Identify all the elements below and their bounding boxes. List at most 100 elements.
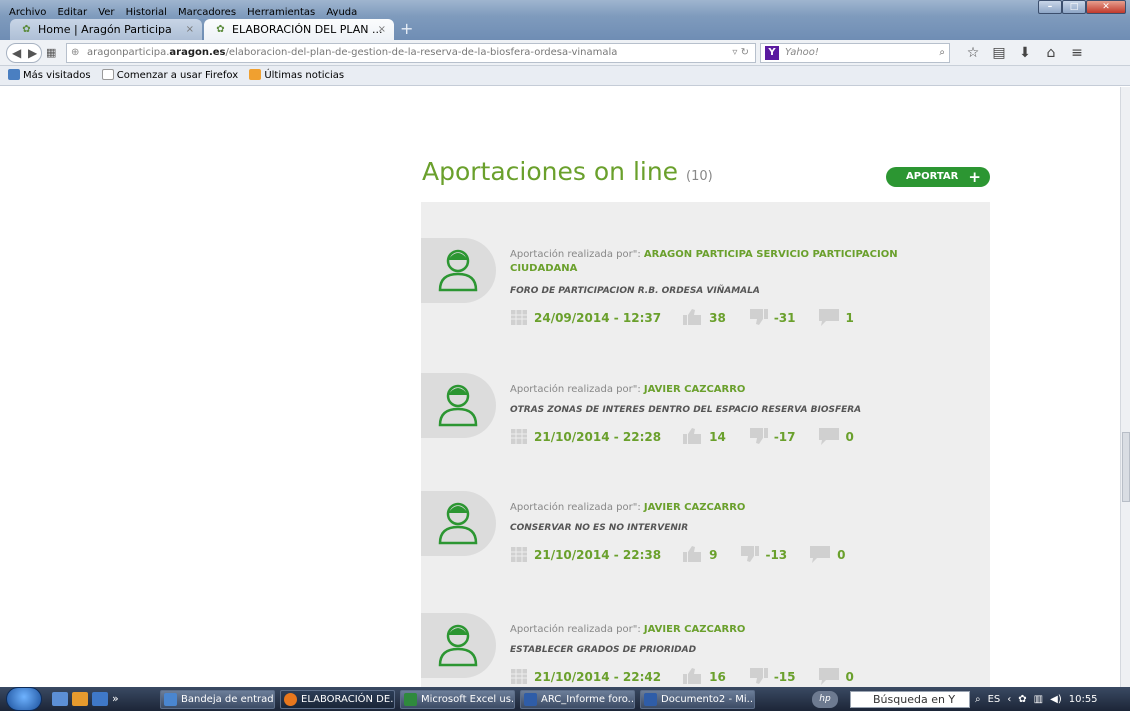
taskbar-item-outlook[interactable]: Bandeja de entrad...	[160, 690, 275, 709]
entry-date: 21/10/2014 - 22:42	[534, 670, 662, 684]
close-window-icon[interactable]: ✕	[1086, 0, 1126, 14]
home-icon[interactable]: ⌂	[1038, 44, 1064, 62]
network-icon[interactable]: ▥	[1034, 694, 1043, 705]
search-icon[interactable]: ⌕	[975, 694, 981, 705]
bookmark-mas-visitados[interactable]: Más visitados	[8, 66, 91, 86]
date-group: 21/10/2014 - 22:38	[510, 545, 661, 566]
dislikes-group[interactable]: -17	[748, 427, 796, 447]
new-tab-button[interactable]: +	[400, 20, 413, 38]
reload-icon[interactable]: ▿ ↻	[732, 44, 749, 62]
firefox-icon	[284, 693, 297, 706]
comment-icon	[809, 545, 831, 566]
comments-group[interactable]: 1	[818, 308, 854, 329]
url-prefix: aragonparticipa.	[87, 47, 170, 58]
author-link[interactable]: JAVIER CAZCARRO	[644, 624, 746, 635]
minimize-icon[interactable]: –	[1038, 0, 1062, 14]
taskbar-item-firefox[interactable]: ELABORACIÓN DE...	[280, 690, 395, 709]
aportar-button[interactable]: APORTAR +	[886, 167, 990, 187]
forward-arrow-icon[interactable]: ▶	[28, 44, 37, 62]
comments-group[interactable]: 0	[818, 427, 854, 448]
media-player-icon[interactable]	[72, 692, 88, 706]
menu-icon[interactable]: ≡	[1064, 44, 1090, 62]
entry-title[interactable]: OTRAS ZONAS DE INTERES DENTRO DEL ESPACI…	[510, 405, 861, 415]
dislike-count: -17	[773, 430, 796, 444]
volume-icon[interactable]: ◀)	[1050, 694, 1062, 705]
bookmark-comenzar[interactable]: Comenzar a usar Firefox	[101, 66, 238, 86]
entry-date: 21/10/2014 - 22:28	[534, 430, 662, 444]
toolbar-icons: ☆ ▤ ⬇ ⌂ ≡	[960, 44, 1090, 62]
history-icon[interactable]: ▦	[46, 46, 56, 59]
list-item[interactable]: Aportación realizada por": ARAGON PARTIC…	[421, 238, 990, 358]
overflow-chevron-icon[interactable]: »	[112, 692, 124, 706]
user-icon	[438, 249, 478, 292]
taskbar-search-box[interactable]: Búsqueda en Y	[850, 691, 970, 708]
tray-app-icon[interactable]: ✿	[1018, 694, 1026, 705]
search-box[interactable]: Y Yahoo! ⌕	[760, 43, 950, 63]
likes-group[interactable]: 9	[683, 545, 717, 565]
entry-stats: 21/10/2014 - 22:38 9 -13 0	[510, 544, 868, 566]
bookmark-ultimas-noticias[interactable]: Últimas noticias	[249, 66, 344, 86]
author-link[interactable]: JAVIER CAZCARRO	[644, 384, 746, 395]
author-link[interactable]: JAVIER CAZCARRO	[644, 502, 746, 513]
entry-title[interactable]: CONSERVAR NO ES NO INTERVENIR	[510, 523, 688, 533]
globe-icon: ⊕	[71, 47, 80, 58]
taskbar-item-label: ARC_Informe foro...	[541, 694, 635, 705]
likes-group[interactable]: 16	[683, 667, 726, 687]
language-indicator[interactable]: ES	[988, 694, 1001, 705]
dislikes-group[interactable]: -31	[748, 308, 796, 328]
avatar	[421, 613, 496, 678]
taskbar-item-word-documento[interactable]: Documento2 - Mi...	[640, 690, 755, 709]
bookmark-star-icon[interactable]: ☆	[960, 44, 986, 62]
comment-icon	[818, 667, 840, 688]
comments-group[interactable]: 0	[818, 667, 854, 688]
start-button[interactable]	[6, 687, 42, 711]
entry-title[interactable]: FORO DE PARTICIPACION R.B. ORDESA VIÑAMA…	[510, 286, 760, 296]
bookmarks-list-icon[interactable]: ▤	[986, 44, 1012, 62]
search-placeholder: Yahoo!	[785, 47, 819, 58]
site-favicon-icon: ✿	[22, 24, 31, 35]
tab-close-icon[interactable]: ×	[378, 19, 386, 40]
site-favicon-icon: ✿	[216, 24, 225, 35]
search-icon[interactable]: ⌕	[939, 44, 945, 62]
scrollbar-thumb[interactable]	[1122, 432, 1130, 502]
list-item[interactable]: Aportación realizada por": JAVIER CAZCAR…	[421, 373, 990, 493]
taskbar-item-excel[interactable]: Microsoft Excel us...	[400, 690, 515, 709]
tab-strip: ✿ Home | Aragón Participa × ✿ ELABORACIÓ…	[0, 16, 1130, 40]
word-icon	[644, 693, 657, 706]
entry-title[interactable]: ESTABLECER GRADOS DE PRIORIDAD	[510, 645, 696, 655]
thumbs-down-icon	[748, 308, 768, 328]
avatar	[421, 238, 496, 303]
download-icon[interactable]: ⬇	[1012, 44, 1038, 62]
taskbar: » Bandeja de entrad... ELABORACIÓN DE...…	[0, 687, 1130, 711]
browser-window: Archivo Editar Ver Historial Marcadores …	[0, 0, 1130, 711]
back-arrow-icon[interactable]: ◀	[12, 44, 21, 62]
user-icon	[438, 384, 478, 427]
show-desktop-icon[interactable]	[52, 692, 68, 706]
url-bar[interactable]: ⊕ aragonparticipa.aragon.es/elaboracion-…	[66, 43, 756, 63]
likes-group[interactable]: 38	[683, 308, 726, 328]
likes-group[interactable]: 14	[683, 427, 726, 447]
tab-close-icon[interactable]: ×	[186, 19, 194, 40]
tab-label: Home | Aragón Participa	[38, 23, 172, 36]
comments-group[interactable]: 0	[809, 545, 846, 566]
tray-expand-icon[interactable]: ‹	[1007, 694, 1011, 705]
calendar-icon	[510, 545, 528, 566]
page-title: Aportaciones on line (10)	[422, 157, 713, 186]
taskbar-item-label: Documento2 - Mi...	[661, 694, 755, 705]
clock[interactable]: 10:55	[1069, 694, 1098, 705]
taskbar-item-word-informe[interactable]: ARC_Informe foro...	[520, 690, 635, 709]
switch-windows-icon[interactable]	[92, 692, 108, 706]
maximize-icon[interactable]: □	[1062, 0, 1086, 14]
comment-count: 0	[837, 548, 846, 562]
user-icon	[438, 502, 478, 545]
list-item[interactable]: Aportación realizada por": JAVIER CAZCAR…	[421, 613, 990, 687]
date-group: 24/09/2014 - 12:37	[510, 308, 661, 329]
date-group: 21/10/2014 - 22:28	[510, 427, 661, 448]
author-prefix: Aportación realizada por":	[510, 384, 644, 395]
tab-elaboracion[interactable]: ✿ ELABORACIÓN DEL PLAN ... ×	[204, 19, 394, 40]
tab-home[interactable]: ✿ Home | Aragón Participa ×	[10, 19, 202, 40]
dislikes-group[interactable]: -15	[748, 667, 796, 687]
list-item[interactable]: Aportación realizada por": JAVIER CAZCAR…	[421, 491, 990, 611]
dislikes-group[interactable]: -13	[739, 545, 787, 565]
vertical-scrollbar[interactable]	[1120, 87, 1130, 687]
